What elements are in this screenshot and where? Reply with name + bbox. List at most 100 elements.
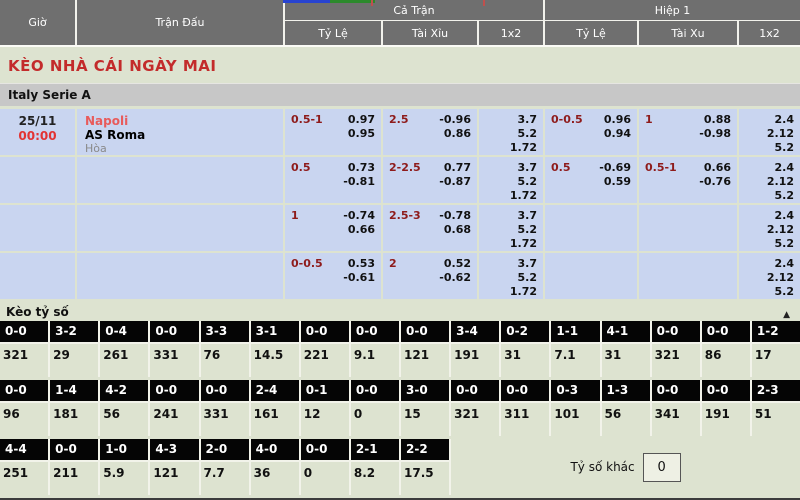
score-odds[interactable]: 331 (150, 344, 198, 377)
odds-value[interactable]: -0.74 (343, 209, 375, 223)
score-odds[interactable]: 15 (401, 403, 449, 436)
score-odds[interactable]: 36 (251, 462, 299, 495)
odds-value[interactable]: 3.7 (510, 113, 537, 127)
odds-cell-h1-1x2[interactable]: 2.42.125.2 (739, 253, 800, 299)
odds-value[interactable]: 2.4 (767, 161, 794, 175)
score-odds[interactable]: 211 (50, 462, 98, 495)
odds-value[interactable]: 2.4 (767, 209, 794, 223)
odds-value[interactable]: -0.61 (343, 271, 375, 285)
odds-value[interactable]: 3.7 (510, 209, 537, 223)
score-odds[interactable]: 241 (150, 403, 198, 436)
odds-value[interactable]: -0.76 (699, 175, 731, 189)
score-odds[interactable]: 7.1 (551, 344, 599, 377)
score-odds[interactable]: 191 (451, 344, 499, 377)
odds-value[interactable]: 5.2 (510, 223, 537, 237)
score-odds[interactable]: 121 (150, 462, 198, 495)
odds-cell-ft-handicap[interactable]: 0-0.50.53-0.61 (285, 253, 381, 299)
odds-value[interactable]: 2.4 (767, 257, 794, 271)
odds-value[interactable]: 0.96 (604, 113, 631, 127)
score-odds[interactable]: 51 (752, 403, 800, 436)
odds-cell-h1-overunder[interactable] (639, 253, 737, 299)
score-odds[interactable]: 17.5 (401, 462, 449, 495)
score-odds[interactable]: 191 (702, 403, 750, 436)
odds-cell-h1-handicap[interactable]: 0.5-0.690.59 (545, 157, 637, 203)
score-odds[interactable]: 9.1 (351, 344, 399, 377)
odds-value[interactable]: 0.66 (343, 223, 375, 237)
odds-value[interactable]: 1.72 (510, 285, 537, 299)
odds-value[interactable]: 1.72 (510, 189, 537, 203)
score-odds[interactable]: 0 (301, 462, 349, 495)
odds-value[interactable]: 0.68 (439, 223, 471, 237)
odds-cell-h1-1x2[interactable]: 2.42.125.2 (739, 205, 800, 251)
odds-value[interactable]: 5.2 (767, 237, 794, 251)
odds-value[interactable]: -0.78 (439, 209, 471, 223)
score-odds[interactable]: 31 (501, 344, 549, 377)
odds-value[interactable]: 5.2 (767, 189, 794, 203)
odds-value[interactable]: 2.12 (767, 271, 794, 285)
odds-cell-ft-1x2[interactable]: 3.75.21.72 (479, 109, 543, 155)
odds-value[interactable]: 0.59 (599, 175, 631, 189)
odds-value[interactable]: -0.87 (439, 175, 471, 189)
odds-value[interactable]: 5.2 (510, 271, 537, 285)
odds-value[interactable]: -0.69 (599, 161, 631, 175)
odds-value[interactable]: -0.96 (439, 113, 471, 127)
score-odds[interactable]: 341 (652, 403, 700, 436)
odds-cell-h1-1x2[interactable]: 2.42.125.2 (739, 157, 800, 203)
odds-value[interactable]: 0.86 (439, 127, 471, 141)
odds-value[interactable]: 5.2 (767, 285, 794, 299)
score-odds[interactable]: 56 (100, 403, 148, 436)
odds-value[interactable]: 5.2 (510, 127, 537, 141)
odds-value[interactable]: -0.62 (439, 271, 471, 285)
odds-cell-ft-overunder[interactable]: 2.5-3-0.780.68 (383, 205, 477, 251)
odds-cell-h1-handicap[interactable] (545, 205, 637, 251)
odds-value[interactable]: 0.88 (699, 113, 731, 127)
odds-value[interactable]: -0.81 (343, 175, 375, 189)
odds-cell-h1-overunder[interactable] (639, 205, 737, 251)
odds-value[interactable]: 0.52 (439, 257, 471, 271)
odds-cell-ft-handicap[interactable]: 0.5-10.970.95 (285, 109, 381, 155)
odds-value[interactable]: 5.2 (767, 141, 794, 155)
score-odds[interactable]: 7.7 (201, 462, 249, 495)
odds-value[interactable]: 1.72 (510, 237, 537, 251)
score-odds[interactable]: 121 (401, 344, 449, 377)
score-odds[interactable]: 311 (501, 403, 549, 436)
odds-cell-ft-1x2[interactable]: 3.75.21.72 (479, 157, 543, 203)
score-odds[interactable]: 251 (0, 462, 48, 495)
odds-value[interactable]: 0.66 (699, 161, 731, 175)
score-odds[interactable]: 12 (301, 403, 349, 436)
odds-value[interactable]: 0.94 (604, 127, 631, 141)
home-team[interactable]: Napoli (85, 114, 283, 128)
odds-value[interactable]: 5.2 (510, 175, 537, 189)
score-odds[interactable]: 221 (301, 344, 349, 377)
odds-cell-ft-1x2[interactable]: 3.75.21.72 (479, 253, 543, 299)
odds-value[interactable]: 2.12 (767, 175, 794, 189)
odds-cell-h1-overunder[interactable]: 0.5-10.66-0.76 (639, 157, 737, 203)
score-odds[interactable]: 321 (652, 344, 700, 377)
other-score-input[interactable] (643, 453, 681, 482)
score-odds[interactable]: 0 (351, 403, 399, 436)
score-odds[interactable]: 161 (251, 403, 299, 436)
score-odds[interactable]: 331 (201, 403, 249, 436)
odds-value[interactable]: 0.53 (343, 257, 375, 271)
odds-cell-h1-handicap[interactable]: 0-0.50.960.94 (545, 109, 637, 155)
collapse-icon[interactable]: ▲ (783, 304, 790, 326)
score-odds[interactable]: 321 (0, 344, 48, 377)
score-odds[interactable]: 56 (602, 403, 650, 436)
odds-cell-h1-overunder[interactable]: 10.88-0.98 (639, 109, 737, 155)
score-odds[interactable]: 181 (50, 403, 98, 436)
odds-value[interactable]: 0.97 (348, 113, 375, 127)
odds-cell-ft-overunder[interactable]: 20.52-0.62 (383, 253, 477, 299)
score-odds[interactable]: 261 (100, 344, 148, 377)
score-odds[interactable]: 29 (50, 344, 98, 377)
score-odds[interactable]: 31 (602, 344, 650, 377)
odds-cell-h1-1x2[interactable]: 2.42.125.2 (739, 109, 800, 155)
odds-value[interactable]: 2.12 (767, 127, 794, 141)
score-odds[interactable]: 17 (752, 344, 800, 377)
odds-value[interactable]: 2.12 (767, 223, 794, 237)
score-section-header[interactable]: Kèo tỷ số ▲ (0, 301, 800, 321)
odds-cell-h1-handicap[interactable] (545, 253, 637, 299)
odds-value[interactable]: 0.73 (343, 161, 375, 175)
score-odds[interactable]: 101 (551, 403, 599, 436)
score-odds[interactable]: 321 (451, 403, 499, 436)
odds-cell-ft-handicap[interactable]: 0.50.73-0.81 (285, 157, 381, 203)
